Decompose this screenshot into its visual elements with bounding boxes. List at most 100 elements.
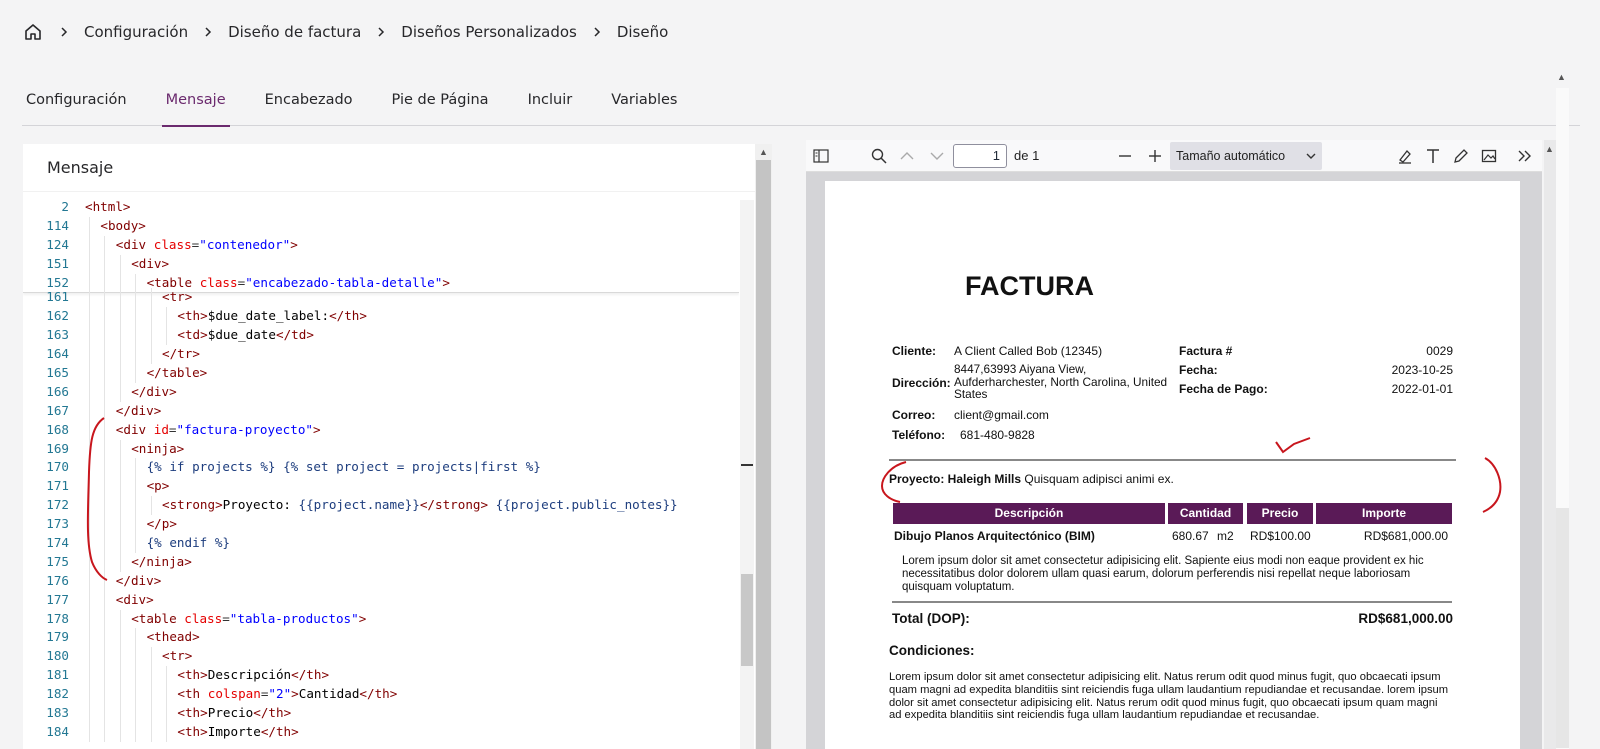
more-tools-icon[interactable] <box>1515 146 1535 166</box>
code-line[interactable]: 164 </tr> <box>23 345 739 365</box>
line-number: 165 <box>46 365 69 381</box>
page-scrollbar[interactable] <box>1556 88 1569 749</box>
code-line[interactable]: 124 <div class="contenedor"> <box>23 235 739 255</box>
indent-guide <box>166 666 167 686</box>
conditions-line: Lorem ipsum dolor sit amet consectetur a… <box>889 671 1441 683</box>
tab-incluir[interactable]: Incluir <box>524 80 577 126</box>
indent-guide <box>119 666 121 686</box>
indent-guide <box>135 288 137 308</box>
scroll-up-icon[interactable]: ▲ <box>1545 144 1554 154</box>
tab-mensaje[interactable]: Mensaje <box>161 80 230 127</box>
breadcrumb-item-diseno-factura[interactable]: Diseño de factura <box>228 23 361 41</box>
address-line: 8447,63993 Aiyana View, <box>954 362 1087 376</box>
code-line[interactable]: 182 <th colspan="2">Cantidad</th> <box>23 685 739 705</box>
code-line[interactable]: 163 <td>$due_date</td> <box>23 326 739 346</box>
tab-configuracion[interactable]: Configuración <box>22 80 131 126</box>
breadcrumb-item-configuracion[interactable]: Configuración <box>84 23 188 41</box>
code-line[interactable]: 174 {% endif %} <box>23 534 739 553</box>
draw-icon[interactable] <box>1451 146 1471 166</box>
text-icon[interactable] <box>1423 146 1443 166</box>
code-line[interactable]: 179 <thead> <box>23 628 739 648</box>
date-label: Fecha: <box>1179 363 1218 377</box>
total-value: RD$681,000.00 <box>1358 611 1453 626</box>
page-scrollbar-thumb[interactable] <box>1556 508 1569 748</box>
editor-scrollbar[interactable]: ▲ <box>755 144 772 749</box>
sidebar-toggle-icon[interactable] <box>811 146 831 166</box>
indent-guide <box>119 439 121 459</box>
code-line[interactable]: 151 <div> <box>23 254 739 274</box>
code-scrollbar-thumb[interactable] <box>741 574 753 666</box>
code-line[interactable]: 178 <table class="tabla-productos"> <box>23 609 739 629</box>
divider <box>889 459 1456 461</box>
item-notes-line: necessitatibus dolor dolorem ullam quasi… <box>902 567 1411 580</box>
code-line[interactable]: 176 </div> <box>23 571 739 591</box>
code-line[interactable]: 171 <p> <box>23 477 739 497</box>
code-line[interactable]: 168 <div id="factura-proyecto"> <box>23 420 739 440</box>
tab-pie-de-pagina[interactable]: Pie de Página <box>388 80 493 126</box>
indent-guide <box>150 685 152 705</box>
indent-guide <box>135 496 137 516</box>
client-value: A Client Called Bob (12345) <box>954 344 1103 358</box>
code-text: <th>Precio</th> <box>177 705 292 721</box>
line-number: 168 <box>46 421 69 437</box>
search-icon[interactable] <box>869 146 889 166</box>
code-line[interactable]: 184 <th>Importe</th> <box>23 722 739 742</box>
code-line[interactable]: 181 <th>Descripción</th> <box>23 666 739 686</box>
code-line[interactable]: 165 </table> <box>23 364 739 383</box>
code-editor[interactable]: 2 <html> 114 <body> 124 <div class="contenedo… <box>23 198 739 749</box>
chevron-up-icon[interactable] <box>897 146 917 166</box>
item-notes-line: quisquam voluptatum. <box>902 580 1015 593</box>
line-number: 164 <box>46 346 69 362</box>
code-line[interactable]: 180 <tr> <box>23 647 739 667</box>
indent-guide <box>104 704 106 723</box>
indent-guide <box>150 704 152 723</box>
chevron-down-icon[interactable] <box>927 146 947 166</box>
page-number-input[interactable]: 1 <box>953 144 1007 168</box>
code-line[interactable]: 162 <th>$due_date_label:</th> <box>23 307 739 327</box>
indent-guide <box>104 288 106 308</box>
code-line[interactable]: 114 <body> <box>23 216 739 236</box>
code-line[interactable]: 177 <div> <box>23 590 739 610</box>
code-text: <table class="encabezado-tabla-detalle"> <box>146 274 450 290</box>
scroll-up-icon[interactable]: ▲ <box>1557 72 1566 82</box>
code-line[interactable]: 183 <th>Precio</th> <box>23 704 739 723</box>
zoom-in-icon[interactable] <box>1145 146 1165 166</box>
line-number: 114 <box>46 217 69 233</box>
code-line[interactable]: 175 </ninja> <box>23 552 739 572</box>
highlight-icon[interactable] <box>1395 146 1415 166</box>
pdf-toolbar: 1 de 1 Tamaño automático <box>806 140 1542 172</box>
scroll-up-icon[interactable]: ▲ <box>755 144 772 160</box>
editor-title: Mensaje <box>23 144 772 192</box>
chevron-down-icon <box>1306 149 1316 163</box>
code-line[interactable]: 2 <html> <box>23 198 739 217</box>
total-label: Total (DOP): <box>892 611 970 626</box>
tab-encabezado[interactable]: Encabezado <box>261 80 357 126</box>
zoom-out-icon[interactable] <box>1115 146 1135 166</box>
code-line[interactable]: 167 </div> <box>23 401 739 421</box>
code-text: <tr> <box>162 648 193 664</box>
code-scrollbar-track[interactable] <box>740 200 754 749</box>
indent-guide <box>135 628 137 648</box>
indent-guide <box>119 704 121 723</box>
address-line: States <box>954 387 988 402</box>
item-amount: RD$681,000.00 <box>1363 529 1448 543</box>
code-line[interactable]: 170 {% if projects %} {% set project = pr… <box>23 458 739 478</box>
conditions-line: quam magni ad expedita blanditiis sint r… <box>889 683 1449 696</box>
zoom-select[interactable]: Tamaño automático <box>1170 142 1322 170</box>
code-line[interactable]: 161 <tr> <box>23 288 739 308</box>
chevron-right-icon <box>188 26 228 38</box>
code-line[interactable]: 166 </div> <box>23 382 739 402</box>
code-line[interactable]: 169 <ninja> <box>23 439 739 459</box>
home-icon[interactable] <box>22 21 44 43</box>
chevron-right-icon <box>577 26 617 38</box>
code-text: <div> <box>131 255 170 271</box>
pdf-scrollbar[interactable] <box>1544 140 1556 749</box>
scrollbar-thumb[interactable] <box>756 160 771 749</box>
breadcrumb-item-disenos-personalizados[interactable]: Diseños Personalizados <box>401 23 577 41</box>
code-text: <th colspan="2">Cantidad</th> <box>177 686 398 702</box>
code-line[interactable]: 173 </p> <box>23 515 739 535</box>
indent-guide <box>150 345 152 365</box>
image-icon[interactable] <box>1479 146 1499 166</box>
tab-variables[interactable]: Variables <box>607 80 681 126</box>
code-line[interactable]: 172 <strong>Proyecto: {{project.name}}</s… <box>23 496 739 516</box>
